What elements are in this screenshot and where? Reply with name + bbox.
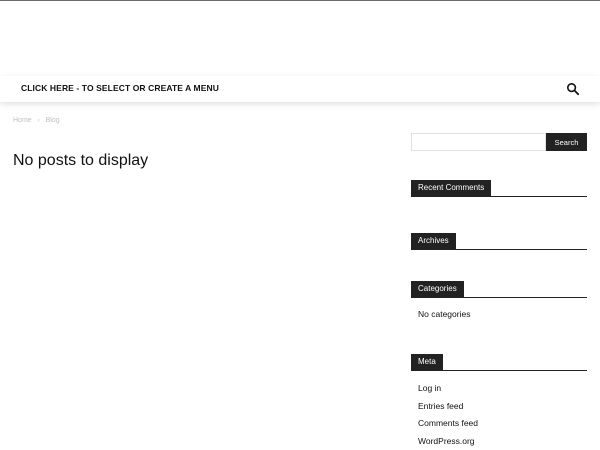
select-menu-link[interactable]: CLICK HERE - TO SELECT OR CREATE A MENU [21,83,219,93]
widget-title-categories: Categories [411,281,464,297]
meta-list: Log in Entries feed Comments feed WordPr… [411,380,587,450]
widget-categories: Categories No categories [411,281,587,324]
meta-item-log-in: Log in [411,380,587,398]
sidebar-search-form: Search [411,133,587,151]
categories-list: No categories [411,306,587,324]
site-header [0,1,600,76]
search-input[interactable] [411,133,546,151]
widget-header: Archives [411,233,587,250]
comments-feed-link[interactable]: Comments feed [418,418,478,428]
search-icon[interactable] [566,82,580,96]
main-menu-bar: CLICK HERE - TO SELECT OR CREATE A MENU [0,76,600,102]
wordpress-org-link[interactable]: WordPress.org [418,436,475,446]
breadcrumb-home[interactable]: Home [13,117,32,124]
breadcrumb-blog[interactable]: Blog [46,117,60,124]
widget-title-archives: Archives [411,233,456,249]
meta-item-comments-feed: Comments feed [411,415,587,433]
breadcrumb: Home › Blog [13,117,60,124]
page-title: No posts to display [13,152,149,169]
widget-header: Recent Comments [411,180,587,197]
list-item: No categories [418,309,471,319]
log-in-link[interactable]: Log in [418,383,441,393]
meta-item-wordpress-org: WordPress.org [411,433,587,450]
meta-item-entries-feed: Entries feed [411,398,587,416]
widget-recent-comments: Recent Comments [411,180,587,197]
widget-archives: Archives [411,233,587,250]
widget-title-recent-comments: Recent Comments [411,180,492,196]
search-button[interactable]: Search [546,133,587,151]
widget-header: Categories [411,281,587,298]
widget-title-meta: Meta [411,354,443,370]
widget-header: Meta [411,354,587,371]
entries-feed-link[interactable]: Entries feed [418,401,463,411]
widget-meta: Meta Log in Entries feed Comments feed W… [411,354,587,450]
breadcrumb-separator-icon: › [37,118,40,124]
